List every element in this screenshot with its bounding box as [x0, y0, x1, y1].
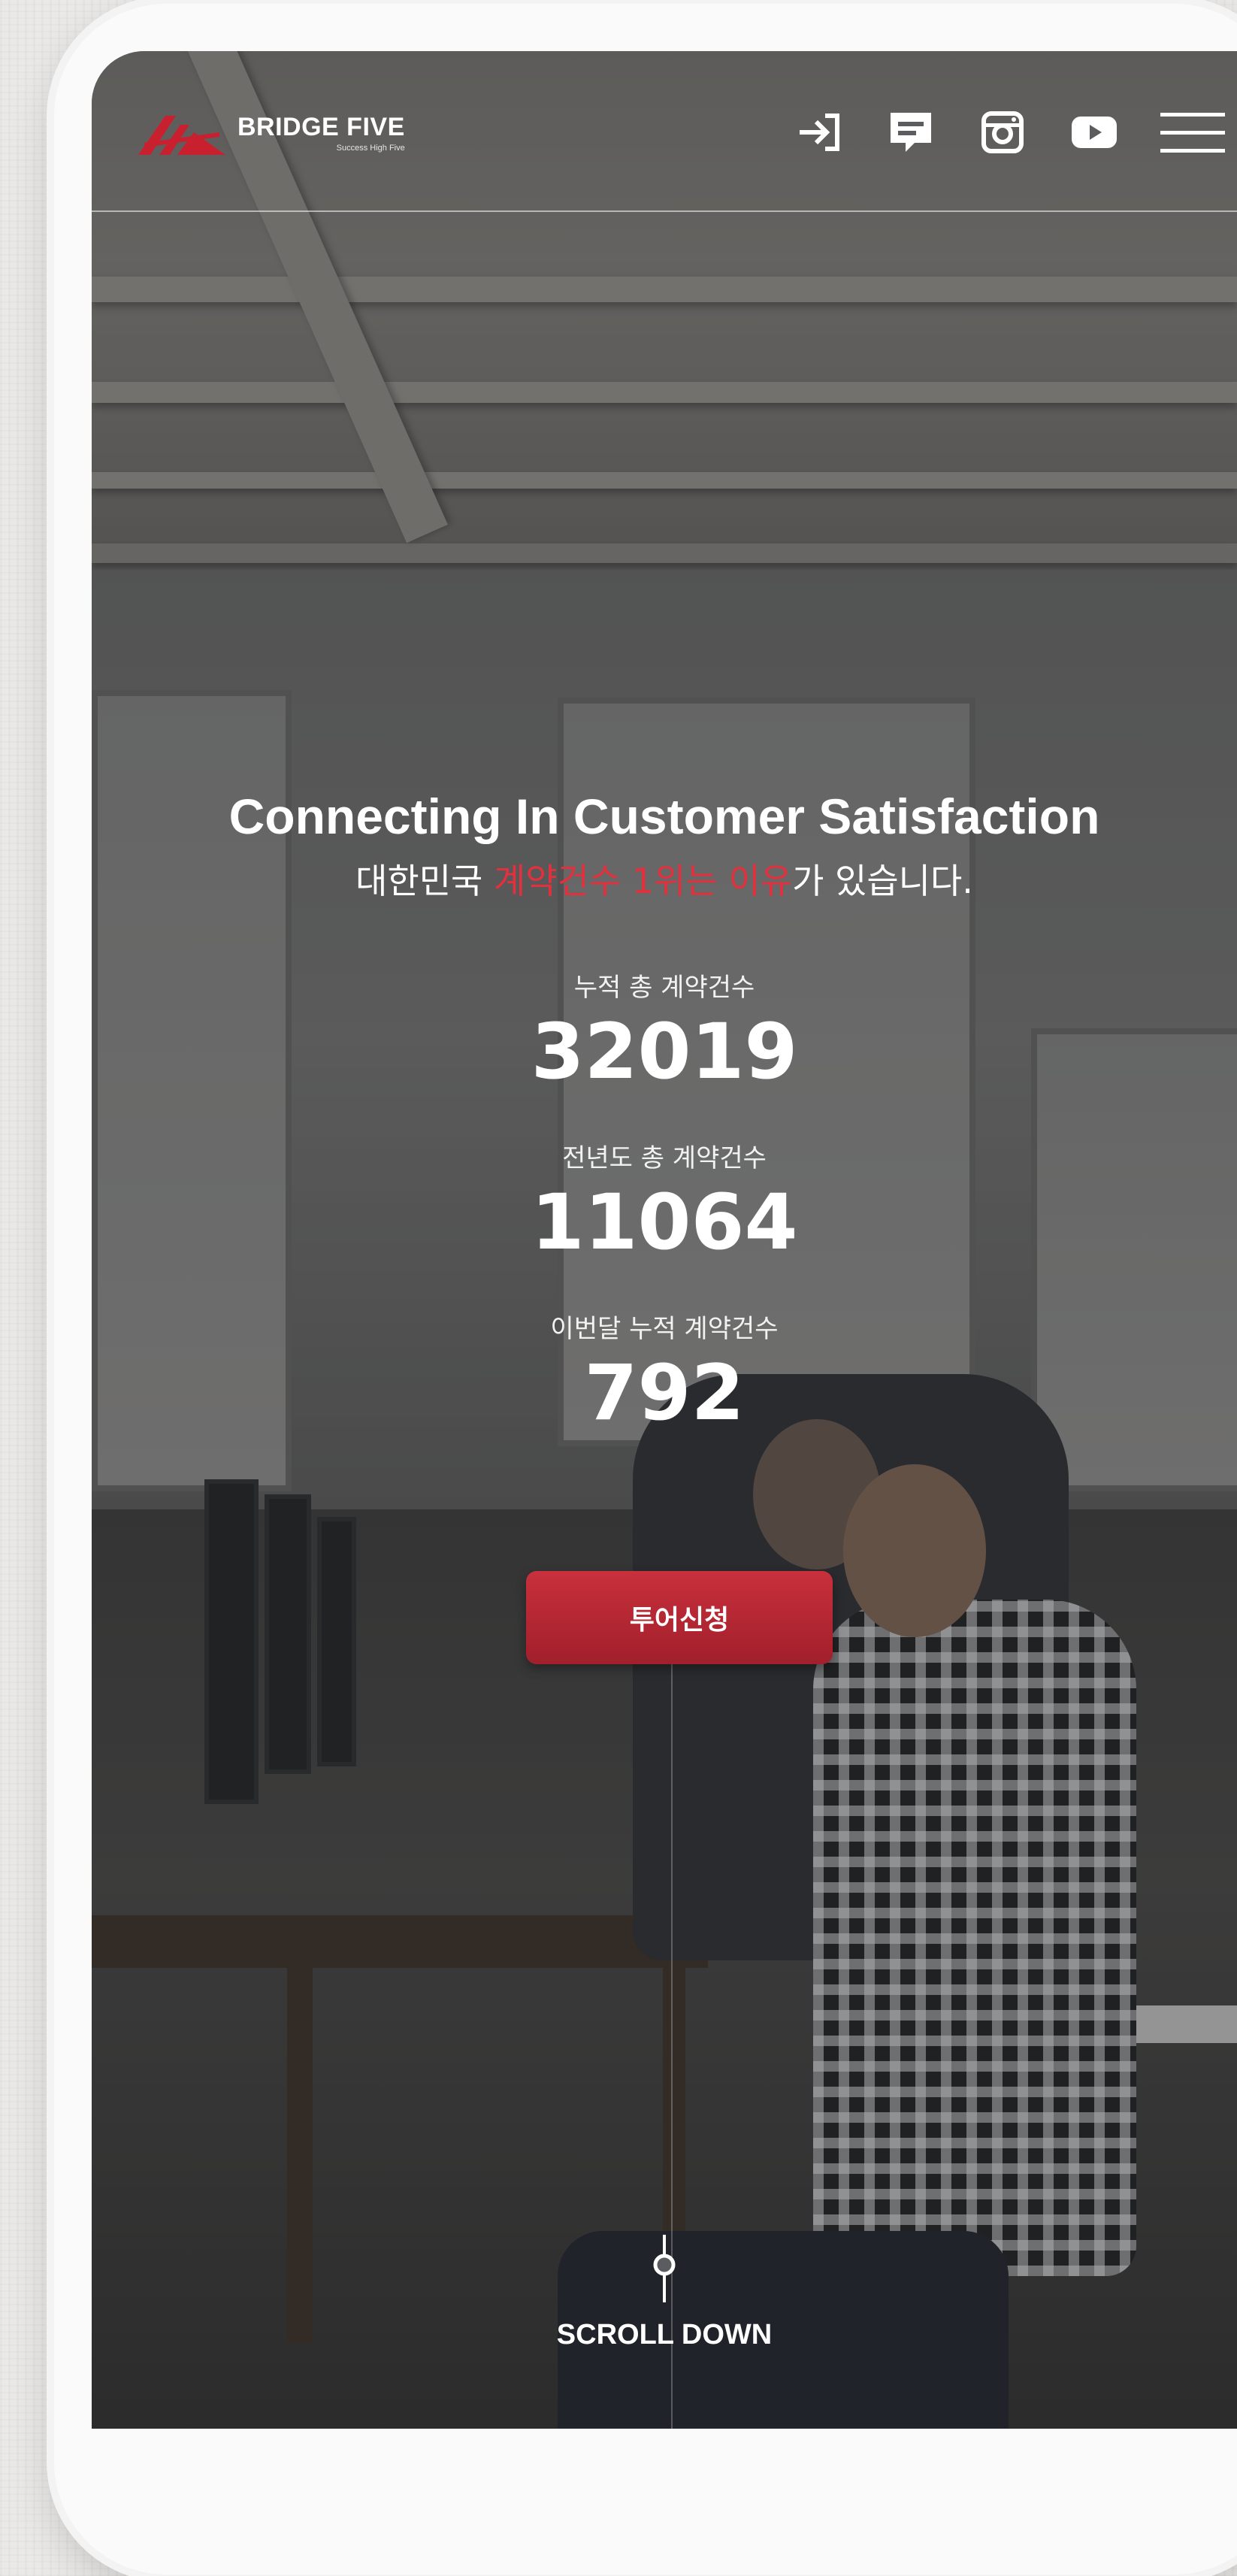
- scroll-down-label: SCROLL DOWN: [556, 2319, 773, 2350]
- stat-label: 누적 총 계약건수: [573, 973, 755, 1003]
- brand-slogan: Success High Five: [336, 144, 405, 153]
- instagram-icon[interactable]: [975, 105, 1030, 159]
- header-divider: [92, 210, 1237, 212]
- hero-subtitle-post: 가 있습니다.: [792, 861, 973, 901]
- chat-icon[interactable]: [884, 105, 938, 159]
- youtube-icon[interactable]: [1067, 105, 1121, 159]
- site-header: BRIDGE FIVE Success High Five: [92, 51, 1237, 212]
- stat-value: 32019: [531, 1007, 798, 1097]
- logo-mark-icon: [137, 110, 227, 156]
- hero-subtitle: 대한민국 계약건수 1위는 이유가 있습니다.: [92, 854, 1237, 904]
- stat-value: 11064: [531, 1178, 798, 1267]
- menu-icon[interactable]: [1159, 105, 1226, 159]
- stat-value: 792: [584, 1349, 745, 1438]
- brand-logo[interactable]: BRIDGE FIVE Success High Five: [137, 110, 405, 156]
- tour-request-button[interactable]: 투어신청: [526, 1571, 833, 1664]
- hero-section: Connecting In Customer Satisfaction 대한민국…: [92, 788, 1237, 1432]
- scroll-indicator-icon: [653, 2235, 676, 2302]
- brand-name: BRIDGE FIVE: [237, 113, 405, 141]
- login-icon[interactable]: [792, 105, 846, 159]
- stat-label: 이번달 누적 계약건수: [550, 1314, 779, 1344]
- stat-last-year-contracts: 전년도 총 계약건수 11064: [92, 1137, 1237, 1261]
- hero-subtitle-pre: 대한민국: [355, 861, 494, 901]
- stat-total-contracts: 누적 총 계약건수 32019: [92, 967, 1237, 1091]
- stat-label: 전년도 총 계약건수: [562, 1143, 767, 1173]
- stat-this-month-contracts: 이번달 누적 계약건수 792: [92, 1308, 1237, 1432]
- phone-screen: BRIDGE FIVE Success High Five Connecting…: [92, 51, 1237, 2429]
- scroll-down[interactable]: SCROLL DOWN: [92, 2235, 1237, 2351]
- hero-title: Connecting In Customer Satisfaction: [228, 789, 1100, 844]
- hero-subtitle-highlight: 계약건수 1위는 이유: [493, 861, 793, 901]
